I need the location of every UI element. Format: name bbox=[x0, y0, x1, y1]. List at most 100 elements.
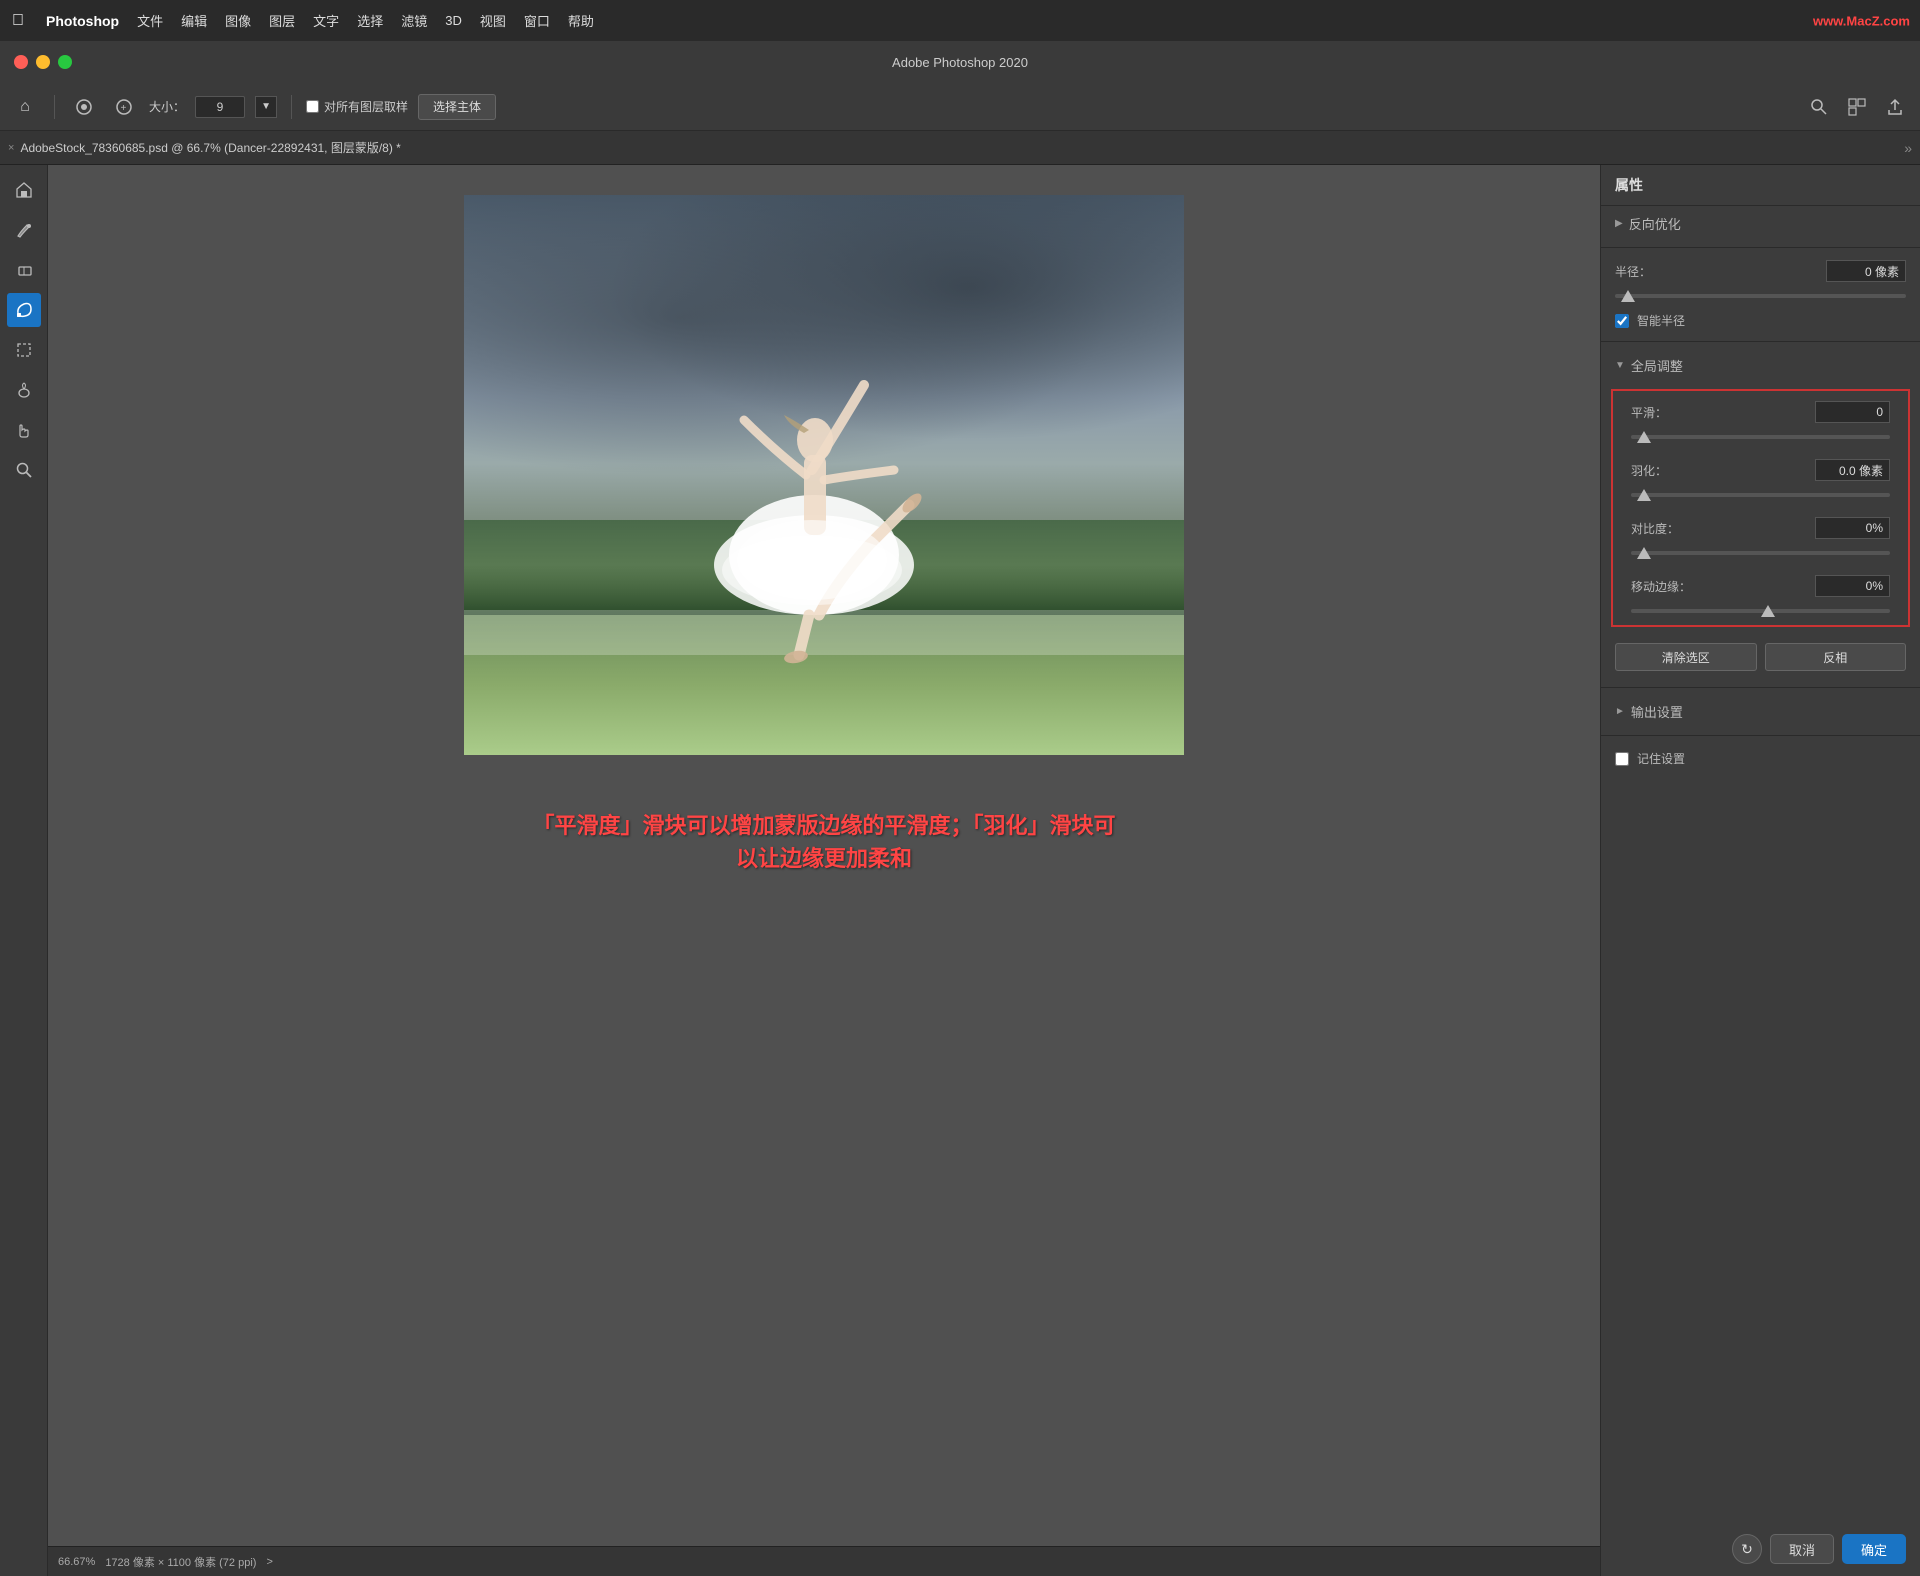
collapsed-section[interactable]: ▶ 反向优化 bbox=[1601, 206, 1920, 241]
action-buttons: 清除选区 反相 bbox=[1601, 633, 1920, 681]
search-btn[interactable] bbox=[1804, 92, 1834, 122]
add-mode-btn[interactable]: + bbox=[109, 92, 139, 122]
reset-btn[interactable]: ↻ bbox=[1732, 1534, 1762, 1564]
menu-select[interactable]: 选择 bbox=[357, 11, 383, 30]
menu-window[interactable]: 窗口 bbox=[524, 11, 550, 30]
apple-icon[interactable]:  bbox=[12, 12, 24, 30]
sample-all-layers-checkbox[interactable] bbox=[306, 100, 319, 113]
collapsed-arrow: ▶ bbox=[1615, 218, 1623, 229]
toolbar-right bbox=[1804, 92, 1910, 122]
menu-layer[interactable]: 图层 bbox=[269, 11, 295, 30]
contrast-value[interactable]: 0% bbox=[1815, 517, 1890, 539]
feather-slider-row bbox=[1617, 487, 1904, 505]
smooth-value[interactable]: 0 bbox=[1815, 401, 1890, 423]
contrast-slider[interactable] bbox=[1631, 551, 1890, 555]
feather-label: 羽化： bbox=[1631, 462, 1696, 479]
radius-row: 半径： 0 像素 bbox=[1601, 254, 1920, 288]
clear-selection-btn[interactable]: 清除选区 bbox=[1615, 643, 1757, 671]
menu-filter[interactable]: 滤镜 bbox=[401, 11, 427, 30]
workspace-btn[interactable] bbox=[1842, 92, 1872, 122]
divider-4 bbox=[1601, 735, 1920, 736]
panel-header: 属性 bbox=[1601, 165, 1920, 206]
status-arrow[interactable]: > bbox=[266, 1556, 272, 1568]
output-section: ► 输出设置 bbox=[1601, 694, 1920, 729]
sample-all-layers-label: 对所有图层取样 bbox=[306, 98, 408, 115]
output-label: 输出设置 bbox=[1631, 702, 1683, 721]
smart-radius-checkbox[interactable] bbox=[1615, 314, 1629, 328]
radius-value[interactable]: 0 像素 bbox=[1826, 260, 1906, 282]
canvas-wrapper: 「平滑度」滑块可以增加蒙版边缘的平滑度；「羽化」滑块可 以让边缘更加柔和 bbox=[464, 195, 1184, 755]
size-dropdown[interactable]: ▼ bbox=[255, 96, 277, 118]
window-title: Adobe Photoshop 2020 bbox=[892, 55, 1028, 70]
tool-hand[interactable] bbox=[7, 413, 41, 447]
title-bar: Adobe Photoshop 2020 bbox=[0, 41, 1920, 83]
select-subject-btn[interactable]: 选择主体 bbox=[418, 94, 496, 120]
smooth-row: 平滑： 0 bbox=[1617, 395, 1904, 429]
collapsed-label: 反向优化 bbox=[1629, 214, 1681, 233]
feather-row: 羽化： 0.0 像素 bbox=[1617, 453, 1904, 487]
traffic-lights bbox=[14, 55, 72, 69]
shift-edge-row: 移动边缘： 0% bbox=[1617, 569, 1904, 603]
contrast-slider-row bbox=[1617, 545, 1904, 563]
menu-file[interactable]: 文件 bbox=[137, 11, 163, 30]
global-adj-arrow: ▼ bbox=[1615, 360, 1625, 371]
contrast-label: 对比度： bbox=[1631, 520, 1696, 537]
feather-thumb[interactable] bbox=[1637, 489, 1651, 501]
radius-thumb[interactable] bbox=[1621, 290, 1635, 302]
remember-label: 记住设置 bbox=[1637, 750, 1685, 767]
dimensions: 1728 像素 × 1100 像素 (72 ppi) bbox=[105, 1554, 256, 1570]
ok-btn[interactable]: 确定 bbox=[1842, 1534, 1906, 1564]
cancel-btn[interactable]: 取消 bbox=[1770, 1534, 1834, 1564]
output-row[interactable]: ► 输出设置 bbox=[1615, 702, 1906, 721]
divider-2 bbox=[1601, 341, 1920, 342]
toolbox bbox=[0, 165, 48, 1576]
smooth-slider-row bbox=[1617, 429, 1904, 447]
global-adj-title[interactable]: ▼ 全局调整 bbox=[1601, 348, 1920, 383]
shift-edge-label: 移动边缘： bbox=[1631, 578, 1696, 595]
contrast-row: 对比度： 0% bbox=[1617, 511, 1904, 545]
tool-lasso[interactable] bbox=[7, 293, 41, 327]
menu-help[interactable]: 帮助 bbox=[568, 11, 594, 30]
panel-title: 属性 bbox=[1615, 177, 1643, 193]
tool-text[interactable] bbox=[7, 373, 41, 407]
canvas-area[interactable]: 「平滑度」滑块可以增加蒙版边缘的平滑度；「羽化」滑块可 以让边缘更加柔和 66.… bbox=[48, 165, 1600, 1576]
bottom-buttons: ↻ 取消 确定 bbox=[1601, 1522, 1920, 1576]
tool-home[interactable] bbox=[7, 173, 41, 207]
tool-transform[interactable] bbox=[7, 333, 41, 367]
feather-slider[interactable] bbox=[1631, 493, 1890, 497]
smooth-thumb[interactable] bbox=[1637, 431, 1651, 443]
menu-text[interactable]: 文字 bbox=[313, 11, 339, 30]
radius-slider[interactable] bbox=[1615, 294, 1906, 298]
shift-edge-value[interactable]: 0% bbox=[1815, 575, 1890, 597]
tool-zoom[interactable] bbox=[7, 453, 41, 487]
home-btn[interactable]: ⌂ bbox=[10, 92, 40, 122]
smooth-slider[interactable] bbox=[1631, 435, 1890, 439]
remember-checkbox[interactable] bbox=[1615, 752, 1629, 766]
shift-edge-slider-row bbox=[1617, 603, 1904, 621]
menu-3d[interactable]: 3D bbox=[445, 13, 462, 28]
photo-canvas bbox=[464, 195, 1184, 755]
tool-eraser[interactable] bbox=[7, 253, 41, 287]
contrast-thumb[interactable] bbox=[1637, 547, 1651, 559]
feather-value[interactable]: 0.0 像素 bbox=[1815, 459, 1890, 481]
output-arrow: ► bbox=[1615, 706, 1625, 717]
shift-edge-slider[interactable] bbox=[1631, 609, 1890, 613]
refine-brush-btn[interactable] bbox=[69, 92, 99, 122]
tab-chevron[interactable]: » bbox=[1904, 140, 1912, 156]
menu-image[interactable]: 图像 bbox=[225, 11, 251, 30]
svg-text:+: + bbox=[121, 103, 127, 114]
divider-1 bbox=[1601, 247, 1920, 248]
maximize-window-btn[interactable] bbox=[58, 55, 72, 69]
radius-label: 半径： bbox=[1615, 263, 1680, 280]
minimize-window-btn[interactable] bbox=[36, 55, 50, 69]
tool-brush[interactable] bbox=[7, 213, 41, 247]
close-window-btn[interactable] bbox=[14, 55, 28, 69]
menu-edit[interactable]: 编辑 bbox=[181, 11, 207, 30]
share-btn[interactable] bbox=[1880, 92, 1910, 122]
shift-edge-thumb[interactable] bbox=[1761, 605, 1775, 617]
size-input[interactable] bbox=[195, 96, 245, 118]
main-area: 「平滑度」滑块可以增加蒙版边缘的平滑度；「羽化」滑块可 以让边缘更加柔和 66.… bbox=[0, 165, 1920, 1576]
invert-btn[interactable]: 反相 bbox=[1765, 643, 1907, 671]
tab-close-btn[interactable]: × bbox=[8, 142, 14, 154]
menu-view[interactable]: 视图 bbox=[480, 11, 506, 30]
